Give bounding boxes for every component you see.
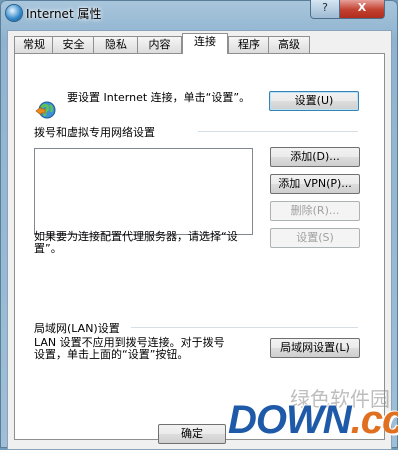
window-title: Internet 属性 bbox=[26, 7, 102, 21]
tab-programs[interactable]: 程序 bbox=[228, 36, 270, 53]
delete-connection-button[interactable]: 删除(R)... bbox=[270, 201, 360, 221]
setup-connection-text: 要设置 Internet 连接，单击“设置”。 bbox=[67, 91, 251, 104]
tab-privacy[interactable]: 隐私 bbox=[93, 36, 139, 53]
internet-properties-window: Internet 属性 ? X 常规 安全 隐私 内容 连接 程序 高级 要设置… bbox=[0, 0, 398, 450]
connections-tab-page: 要设置 Internet 连接，单击“设置”。 设置(U) 拨号和虚拟专用网络设… bbox=[14, 53, 385, 440]
connections-list[interactable] bbox=[34, 148, 253, 235]
tab-general[interactable]: 常规 bbox=[14, 36, 54, 53]
dialup-vpn-group-title: 拨号和虚拟专用网络设置 bbox=[34, 126, 155, 139]
add-vpn-button[interactable]: 添加 VPN(P)... bbox=[270, 174, 360, 194]
ok-button[interactable]: 确定 bbox=[158, 424, 226, 444]
tab-content[interactable]: 内容 bbox=[137, 36, 182, 53]
title-bar[interactable]: Internet 属性 ? X bbox=[0, 0, 398, 26]
tab-security[interactable]: 安全 bbox=[52, 36, 95, 53]
network-setup-icon bbox=[35, 101, 56, 119]
watermark-brand: DOWN bbox=[228, 398, 352, 442]
tab-advanced[interactable]: 高级 bbox=[268, 36, 310, 53]
group-divider bbox=[131, 327, 358, 328]
internet-globe-icon bbox=[6, 5, 22, 21]
down-cc-watermark: DOWN.cc bbox=[228, 393, 398, 448]
connection-settings-button[interactable]: 设置(S) bbox=[270, 228, 360, 248]
close-button[interactable]: X bbox=[339, 0, 385, 19]
lan-info-text: LAN 设置不应用到拨号连接。对于拨号设置，单击上面的“设置”按钮。 bbox=[34, 336, 225, 361]
help-button[interactable]: ? bbox=[310, 0, 340, 19]
proxy-settings-text: 如果要为连接配置代理服务器，请选择“设置”。 bbox=[34, 230, 238, 255]
add-connection-button[interactable]: 添加(D)... bbox=[270, 147, 360, 167]
group-divider bbox=[198, 131, 358, 132]
setup-button[interactable]: 设置(U) bbox=[269, 91, 359, 111]
tab-connections[interactable]: 连接 bbox=[182, 33, 228, 54]
watermark-suffix: .cc bbox=[350, 398, 398, 442]
lan-group-title: 局域网(LAN)设置 bbox=[34, 322, 120, 335]
lan-settings-button[interactable]: 局域网设置(L) bbox=[270, 338, 360, 358]
